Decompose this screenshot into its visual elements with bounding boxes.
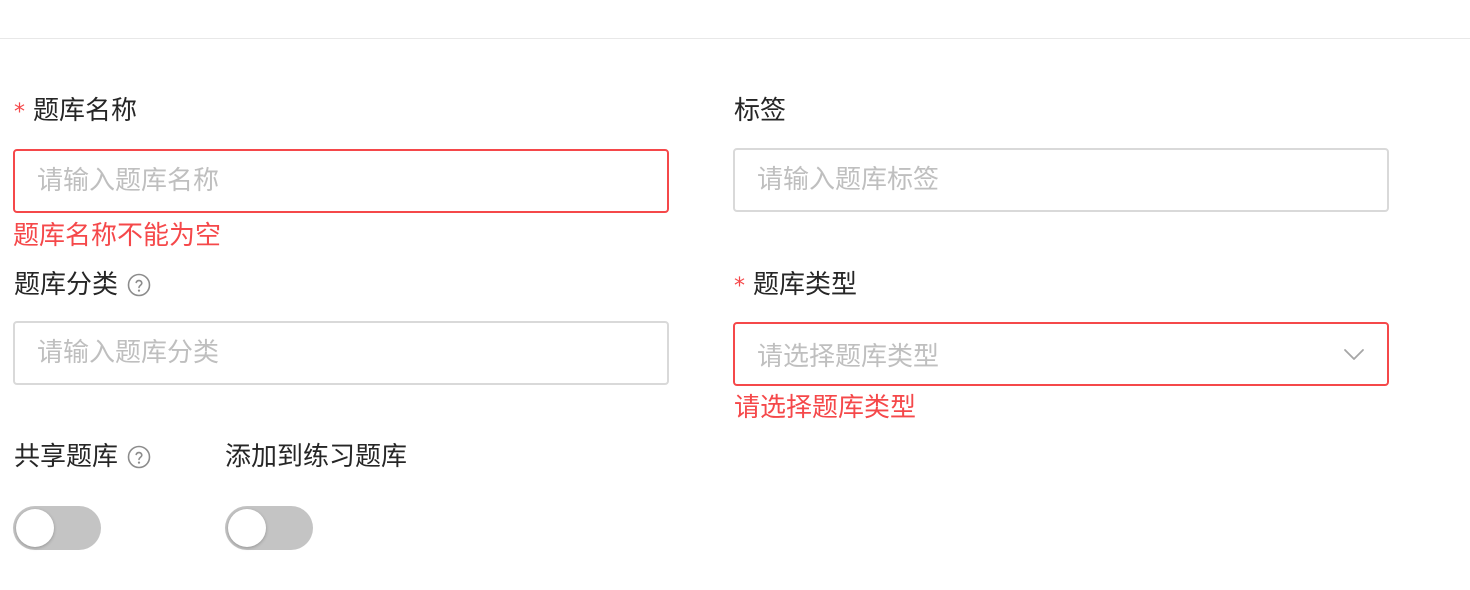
toggle-knob (16, 509, 54, 547)
toggle-knob (228, 509, 266, 547)
question-circle-icon[interactable] (127, 445, 151, 469)
category-label: 题库分类 (14, 270, 119, 300)
add-to-practice-label-row: 添加到练习题库 (225, 440, 407, 474)
add-to-practice-toggle[interactable] (225, 506, 313, 550)
bank-type-error: 请选择题库类型 (734, 393, 917, 423)
share-label: 共享题库 (14, 442, 119, 472)
category-label-row: 题库分类 (14, 268, 151, 302)
bank-name-error: 题库名称不能为空 (13, 221, 222, 251)
tags-input[interactable] (733, 148, 1389, 212)
header-divider (0, 38, 1470, 39)
required-asterisk: * (14, 100, 25, 125)
required-asterisk: * (734, 274, 745, 299)
chevron-down-icon (1344, 349, 1364, 360)
bank-type-label: 题库类型 (753, 270, 858, 300)
bank-name-label: 题库名称 (33, 96, 138, 126)
bank-type-select[interactable]: 请选择题库类型 (733, 322, 1389, 386)
tags-label: 标签 (734, 96, 787, 126)
bank-name-input[interactable] (13, 149, 669, 213)
bank-type-placeholder: 请选择题库类型 (757, 341, 940, 372)
bank-type-label-row: * 题库类型 (734, 268, 857, 302)
category-input[interactable] (13, 321, 669, 385)
tags-label-row: 标签 (734, 94, 786, 128)
bank-name-label-row: * 题库名称 (14, 94, 137, 128)
add-to-practice-label: 添加到练习题库 (225, 442, 408, 472)
share-toggle[interactable] (13, 506, 101, 550)
question-circle-icon[interactable] (127, 273, 151, 297)
share-label-row: 共享题库 (14, 440, 151, 474)
